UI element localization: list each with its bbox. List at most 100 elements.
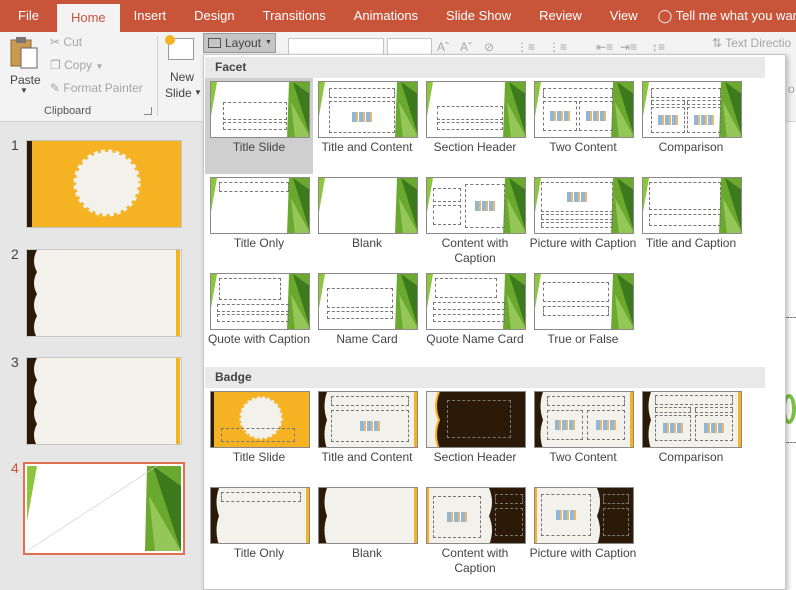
paste-button[interactable]: Paste ▼ xyxy=(6,36,42,102)
chevron-down-icon: ▼ xyxy=(95,62,104,71)
dialog-launcher-icon[interactable] xyxy=(144,107,152,115)
layout-option-two-content[interactable]: Two Content xyxy=(529,78,637,174)
tab-design[interactable]: Design xyxy=(180,0,248,32)
clear-format-icon[interactable]: ⊘ xyxy=(484,40,494,54)
tab-view[interactable]: View xyxy=(596,0,652,32)
slide-number: 1 xyxy=(11,137,19,153)
chevron-down-icon: ▼ xyxy=(194,88,202,97)
layout-preview xyxy=(210,391,310,448)
layout-option-section-header[interactable]: Section Header xyxy=(421,78,529,174)
layout-option-two-content[interactable]: Two Content xyxy=(529,388,637,484)
layout-label: Title Only xyxy=(233,546,285,560)
format-painter-button[interactable]: ✎ Format Painter xyxy=(50,81,143,95)
layout-option-quote-with-caption[interactable]: Quote with Caption xyxy=(205,270,313,366)
layout-option-title-slide[interactable]: Title Slide xyxy=(205,388,313,484)
decrease-indent-icon[interactable]: ⇤≡ xyxy=(596,40,613,54)
tab-insert[interactable]: Insert xyxy=(120,0,181,32)
layout-label: Two Content xyxy=(549,450,617,464)
layout-option-comparison[interactable]: Comparison xyxy=(637,78,745,174)
wavy-edge-shape xyxy=(27,250,37,336)
layout-option-title-only[interactable]: Title Only xyxy=(205,484,313,580)
cut-label: Cut xyxy=(63,35,83,49)
layout-label: Blank xyxy=(351,236,383,250)
chevron-down-icon: ▼ xyxy=(20,86,28,95)
layout-preview xyxy=(426,487,526,544)
tab-animations[interactable]: Animations xyxy=(340,0,432,32)
group-divider xyxy=(157,36,158,116)
tab-transitions[interactable]: Transitions xyxy=(249,0,340,32)
ribbon-tab-bar: File Home Insert Design Transitions Anim… xyxy=(0,0,796,32)
layout-option-name-card[interactable]: Name Card xyxy=(313,270,421,366)
numbering-icon[interactable]: ⋮≡ xyxy=(548,40,567,54)
new-slide-button[interactable]: New Slide ▼ xyxy=(162,35,202,102)
tab-file[interactable]: File xyxy=(0,0,57,32)
layout-option-picture-with-caption[interactable]: Picture with Caption xyxy=(529,484,637,580)
clipboard-icon xyxy=(10,37,38,69)
layout-option-content-with-caption[interactable]: Content with Caption xyxy=(421,484,529,580)
layout-preview xyxy=(318,391,418,448)
shrink-font-icon[interactable]: Aˇ xyxy=(460,40,472,54)
layout-option-quote-name-card[interactable]: Quote Name Card xyxy=(421,270,529,366)
layout-preview xyxy=(534,273,634,330)
layout-option-blank[interactable]: Blank xyxy=(313,174,421,270)
layout-label: Two Content xyxy=(549,140,617,154)
layout-icon xyxy=(208,38,221,48)
tell-me-box[interactable]: ◯ Tell me what you want to xyxy=(652,0,796,32)
layout-option-section-header[interactable]: Section Header xyxy=(421,388,529,484)
new-slide-label-2: Slide xyxy=(165,86,192,100)
layout-label: Title Only xyxy=(233,236,285,250)
slide-number: 3 xyxy=(11,354,19,370)
layout-preview xyxy=(210,177,310,234)
line-spacing-icon[interactable]: ↕≡ xyxy=(652,40,665,54)
layout-option-title-and-content[interactable]: Title and Content xyxy=(313,78,421,174)
layout-option-title-only[interactable]: Title Only xyxy=(205,174,313,270)
clipboard-group-label: Clipboard xyxy=(44,105,92,117)
layout-preview xyxy=(426,81,526,138)
layout-label: Quote Name Card xyxy=(426,332,524,346)
layout-preview xyxy=(318,177,418,234)
cut-button[interactable]: ✂ Cut xyxy=(50,35,82,49)
layout-preview xyxy=(642,177,742,234)
layout-label: Content with Caption xyxy=(441,546,509,575)
text-direction-label: Text Directio xyxy=(725,36,792,50)
paintbrush-icon: ✎ xyxy=(50,81,61,95)
layout-preview xyxy=(318,273,418,330)
chevron-down-icon: ▼ xyxy=(265,39,272,46)
layout-option-true-or-false[interactable]: True or False xyxy=(529,270,637,366)
increase-indent-icon[interactable]: ⇥≡ xyxy=(620,40,637,54)
tab-home[interactable]: Home xyxy=(56,4,120,32)
layout-label: Title Slide xyxy=(232,140,286,154)
slide-thumbnail-4[interactable] xyxy=(23,462,185,555)
layout-preview xyxy=(210,273,310,330)
new-slide-label-1: New xyxy=(170,70,195,84)
slide-canvas-edge xyxy=(782,122,796,590)
layout-option-title-and-caption[interactable]: Title and Caption xyxy=(637,174,745,270)
layout-preview xyxy=(210,487,310,544)
copy-button[interactable]: ❐ Copy ▼ xyxy=(50,58,103,72)
layout-option-picture-with-caption[interactable]: Picture with Caption xyxy=(529,174,637,270)
paste-label: Paste xyxy=(10,73,41,87)
layout-label: Comparison xyxy=(658,450,724,464)
layout-button[interactable]: Layout ▼ xyxy=(203,33,276,53)
layout-option-content-with-caption[interactable]: Content with Caption xyxy=(421,174,529,270)
bullets-icon[interactable]: ⋮≡ xyxy=(516,40,535,54)
layout-label: True or False xyxy=(547,332,619,346)
layout-option-title-slide[interactable]: Title Slide xyxy=(205,78,313,174)
grow-font-icon[interactable]: Aˆ xyxy=(437,40,449,54)
slide-thumbnail-1[interactable] xyxy=(26,140,182,228)
slide-thumbnail-2[interactable] xyxy=(26,249,182,337)
layout-option-blank[interactable]: Blank xyxy=(313,484,421,580)
tab-review[interactable]: Review xyxy=(525,0,596,32)
layout-preview xyxy=(534,81,634,138)
layout-label: Name Card xyxy=(336,332,398,346)
text-direction-icon: ⇅ xyxy=(712,36,723,50)
slide-thumbnail-3[interactable] xyxy=(26,357,182,445)
layout-option-title-and-content[interactable]: Title and Content xyxy=(313,388,421,484)
layout-preview xyxy=(318,81,418,138)
layout-option-comparison[interactable]: Comparison xyxy=(637,388,745,484)
layout-label: Picture with Caption xyxy=(529,546,637,560)
tab-slide-show[interactable]: Slide Show xyxy=(432,0,525,32)
badge-seal-shape xyxy=(73,149,141,217)
text-direction-button[interactable]: ⇅ Text Directio xyxy=(712,36,791,50)
copy-label: Copy xyxy=(64,58,93,72)
